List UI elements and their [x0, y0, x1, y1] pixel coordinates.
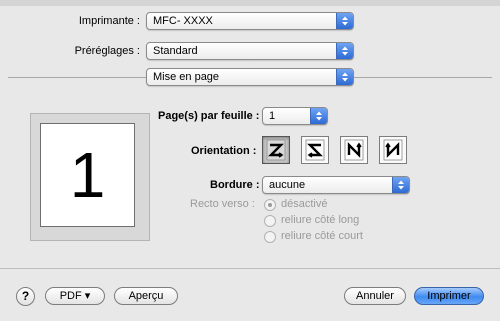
pages-per-sheet-label: Page(s) par feuille : — [158, 110, 260, 122]
popup-arrows-icon — [392, 177, 409, 193]
duplex-long-edge-radio[interactable] — [264, 215, 276, 227]
presets-popup[interactable]: Standard — [146, 42, 354, 60]
layout-n-reversed-icon — [383, 139, 403, 161]
layout-z-icon — [266, 139, 286, 161]
presets-label: Préréglages : — [74, 45, 140, 57]
pdf-button[interactable]: PDF ▾ — [45, 287, 105, 305]
cancel-button[interactable]: Annuler — [344, 287, 406, 305]
printer-popup[interactable]: MFC- XXXX — [146, 12, 354, 30]
orientation-n-reversed-button[interactable] — [379, 136, 407, 164]
duplex-long-edge-label: reliure côté long — [281, 214, 360, 226]
duplex-off-label: désactivé — [281, 198, 328, 210]
popup-arrows-icon — [310, 108, 327, 124]
popup-arrows-icon — [336, 69, 353, 85]
popup-arrows-icon — [336, 13, 353, 29]
pane-popup[interactable]: Mise en page — [146, 68, 354, 86]
border-label: Bordure : — [210, 179, 260, 191]
orientation-label: Orientation : — [191, 145, 257, 157]
pages-per-sheet-value: 1 — [269, 110, 276, 122]
presets-value: Standard — [153, 45, 198, 57]
printer-value: MFC- XXXX — [153, 15, 213, 27]
title-strip — [0, 0, 500, 6]
help-button[interactable]: ? — [16, 287, 35, 306]
duplex-short-edge-label: reliure côté court — [281, 230, 363, 242]
orientation-z-reversed-button[interactable] — [301, 136, 329, 164]
duplex-off-radio[interactable] — [264, 199, 276, 211]
radio-selected-dot — [268, 203, 272, 207]
preview-page-number: 1 — [69, 139, 106, 211]
border-popup[interactable]: aucune — [262, 176, 410, 194]
border-value: aucune — [269, 179, 306, 191]
popup-arrows-icon — [336, 43, 353, 59]
orientation-z-button[interactable] — [262, 136, 290, 164]
bottom-separator — [0, 268, 500, 269]
layout-z-reversed-icon — [305, 139, 325, 161]
layout-n-icon — [344, 139, 364, 161]
duplex-label: Recto verso : — [190, 198, 255, 210]
pages-per-sheet-popup[interactable]: 1 — [262, 107, 328, 125]
preview-button[interactable]: Aperçu — [114, 287, 178, 305]
print-dialog: Imprimante : MFC- XXXX Préréglages : Sta… — [0, 0, 500, 321]
duplex-short-edge-radio[interactable] — [264, 231, 276, 243]
printer-label: Imprimante : — [78, 15, 140, 27]
pane-value: Mise en page — [153, 71, 220, 83]
print-button[interactable]: Imprimer — [414, 287, 484, 305]
orientation-n-button[interactable] — [340, 136, 368, 164]
